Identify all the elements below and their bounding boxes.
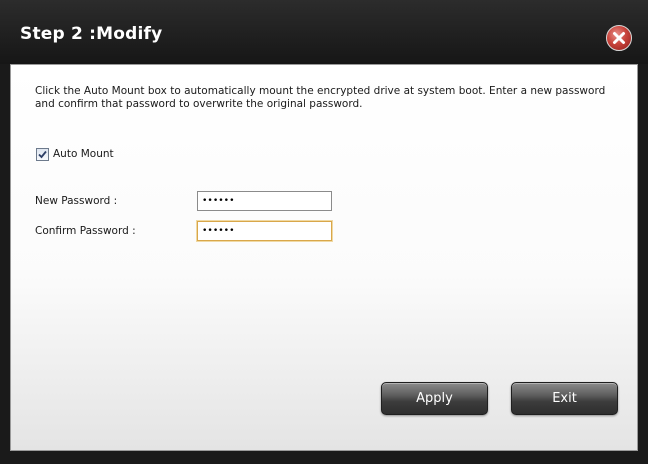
instructions-text: Click the Auto Mount box to automaticall… xyxy=(35,85,606,110)
new-password-label: New Password : xyxy=(35,195,118,207)
dialog-titlebar: Step 2 :Modify xyxy=(0,0,648,64)
close-x-icon xyxy=(613,32,625,44)
auto-mount-checkbox[interactable] xyxy=(36,148,49,161)
modify-dialog: Step 2 :Modify Click the Auto Mount box … xyxy=(0,0,648,464)
new-password-input[interactable] xyxy=(197,191,332,211)
exit-button[interactable]: Exit xyxy=(511,382,618,415)
apply-button[interactable]: Apply xyxy=(381,382,488,415)
confirm-password-label: Confirm Password : xyxy=(35,225,136,237)
check-icon xyxy=(38,150,47,159)
dialog-content: Click the Auto Mount box to automaticall… xyxy=(10,64,638,451)
confirm-password-input[interactable] xyxy=(197,221,332,241)
dialog-title: Step 2 :Modify xyxy=(20,24,163,44)
auto-mount-label: Auto Mount xyxy=(53,148,114,160)
close-icon[interactable] xyxy=(606,25,632,51)
